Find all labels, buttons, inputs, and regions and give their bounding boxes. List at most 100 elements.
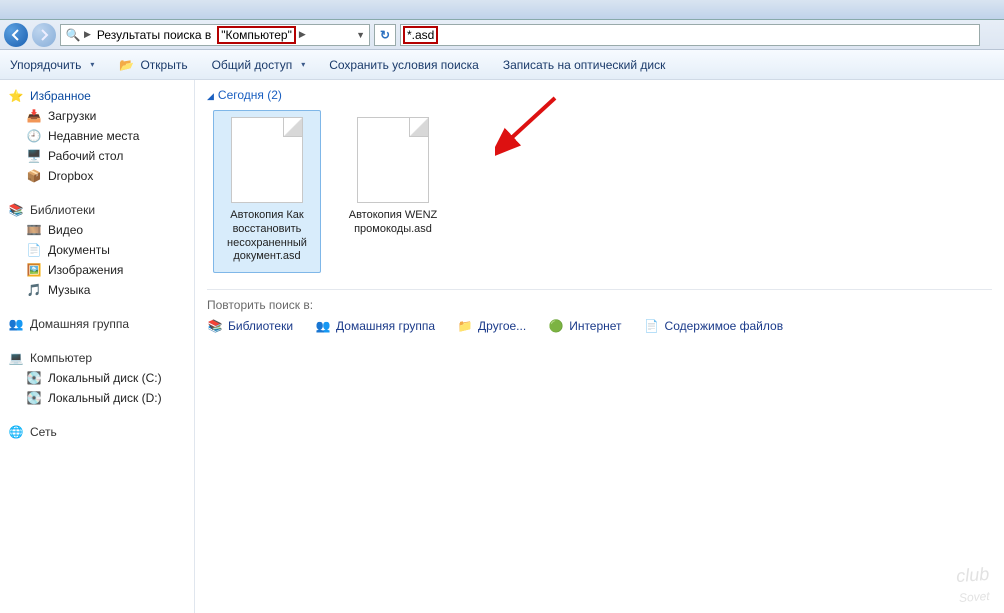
watermark: club Sovet xyxy=(956,567,992,606)
file-name: Автокопия WENZ промокоды.asd xyxy=(344,209,442,237)
save-search-button[interactable]: Сохранить условия поиска xyxy=(329,58,479,72)
homegroup-icon: 👥 xyxy=(315,318,331,334)
libraries-icon: 📚 xyxy=(8,202,24,218)
document-icon: 📄 xyxy=(26,242,42,258)
item-label: Видео xyxy=(48,223,83,237)
repeat-target-internet[interactable]: 🟢 Интернет xyxy=(548,318,621,334)
computer-label: Компьютер xyxy=(30,351,92,365)
folder-icon: 📥 xyxy=(26,108,42,124)
target-label: Библиотеки xyxy=(228,319,293,333)
divider xyxy=(207,289,992,290)
disk-icon: 💽 xyxy=(26,370,42,386)
item-label: Dropbox xyxy=(48,169,93,183)
search-input[interactable]: *.asd xyxy=(400,24,980,46)
content-pane: ◢ Сегодня (2) Автокопия Как восстановить … xyxy=(195,80,1004,613)
sidebar-item-pictures[interactable]: 🖼️ Изображения xyxy=(0,260,194,280)
repeat-search-label: Повторить поиск в: xyxy=(207,298,992,312)
sidebar-item-documents[interactable]: 📄 Документы xyxy=(0,240,194,260)
homegroup-label: Домашняя группа xyxy=(30,317,129,331)
libraries-icon: 📚 xyxy=(207,318,223,334)
folder-icon: 📁 xyxy=(457,318,473,334)
collapse-icon: ◢ xyxy=(207,91,214,101)
burn-button[interactable]: Записать на оптический диск xyxy=(503,58,666,72)
chevron-right-icon: ▶ xyxy=(84,29,91,40)
sidebar-item-downloads[interactable]: 📥 Загрузки xyxy=(0,106,194,126)
target-label: Другое... xyxy=(478,319,526,333)
search-icon: 🔍 xyxy=(65,27,81,43)
item-label: Загрузки xyxy=(48,109,96,123)
open-label: Открыть xyxy=(140,58,187,72)
libraries-label: Библиотеки xyxy=(30,203,95,217)
sidebar-network[interactable]: 🌐 Сеть xyxy=(0,422,194,442)
item-label: Недавние места xyxy=(48,129,139,143)
file-thumbnail-icon xyxy=(357,117,429,203)
group-header[interactable]: ◢ Сегодня (2) xyxy=(207,88,992,102)
file-thumbnail-icon xyxy=(231,117,303,203)
watermark-line2: Sovet xyxy=(958,590,990,606)
sidebar-item-music[interactable]: 🎵 Музыка xyxy=(0,280,194,300)
repeat-target-homegroup[interactable]: 👥 Домашняя группа xyxy=(315,318,435,334)
computer-icon: 💻 xyxy=(8,350,24,366)
breadcrumb-prefix: Результаты поиска в xyxy=(94,28,214,42)
dropbox-icon: 📦 xyxy=(26,168,42,184)
repeat-search-targets: 📚Библиотеки 👥Домашняя группа 📁Другое... … xyxy=(207,318,992,334)
sidebar-libraries[interactable]: 📚 Библиотеки xyxy=(0,200,194,220)
sidebar-item-disk-c[interactable]: 💽 Локальный диск (C:) xyxy=(0,368,194,388)
favorites-label: Избранное xyxy=(30,89,91,103)
address-bar: 🔍 ▶ Результаты поиска в "Компьютер" ▶ ▼ … xyxy=(0,20,1004,50)
network-label: Сеть xyxy=(30,425,57,439)
sidebar-computer[interactable]: 💻 Компьютер xyxy=(0,348,194,368)
repeat-target-other[interactable]: 📁 Другое... xyxy=(457,318,526,334)
window-titlebar xyxy=(0,0,1004,20)
organize-button[interactable]: Упорядочить xyxy=(10,58,94,72)
recent-icon: 🕘 xyxy=(26,128,42,144)
share-button[interactable]: Общий доступ xyxy=(212,58,306,72)
file-list: Автокопия Как восстановить несохраненный… xyxy=(207,110,992,273)
group-label: Сегодня (2) xyxy=(218,88,282,102)
video-icon: 🎞️ xyxy=(26,222,42,238)
file-content-icon: 📄 xyxy=(644,318,660,334)
nav-back-button[interactable] xyxy=(4,23,28,47)
item-label: Изображения xyxy=(48,263,123,277)
target-label: Интернет xyxy=(569,319,621,333)
search-query-text: *.asd xyxy=(403,26,438,44)
desktop-icon: 🖥️ xyxy=(26,148,42,164)
repeat-target-libraries[interactable]: 📚 Библиотеки xyxy=(207,318,293,334)
breadcrumb[interactable]: 🔍 ▶ Результаты поиска в "Компьютер" ▶ ▼ xyxy=(60,24,370,46)
item-label: Локальный диск (D:) xyxy=(48,391,162,405)
sidebar-item-disk-d[interactable]: 💽 Локальный диск (D:) xyxy=(0,388,194,408)
open-icon: 📂 xyxy=(118,57,134,73)
chevron-right-icon: ▶ xyxy=(299,29,306,40)
file-item[interactable]: Автокопия Как восстановить несохраненный… xyxy=(213,110,321,273)
chrome-icon: 🟢 xyxy=(548,318,564,334)
music-icon: 🎵 xyxy=(26,282,42,298)
navigation-pane: ⭐ Избранное 📥 Загрузки 🕘 Недавние места 🖥️ Р… xyxy=(0,80,195,613)
target-label: Содержимое файлов xyxy=(665,319,784,333)
open-button[interactable]: 📂 Открыть xyxy=(118,57,187,73)
sidebar-item-videos[interactable]: 🎞️ Видео xyxy=(0,220,194,240)
sidebar-item-desktop[interactable]: 🖥️ Рабочий стол xyxy=(0,146,194,166)
item-label: Локальный диск (C:) xyxy=(48,371,162,385)
sidebar-favorites[interactable]: ⭐ Избранное xyxy=(0,86,194,106)
item-label: Документы xyxy=(48,243,110,257)
item-label: Рабочий стол xyxy=(48,149,123,163)
network-icon: 🌐 xyxy=(8,424,24,440)
star-icon: ⭐ xyxy=(8,88,24,104)
dropdown-icon[interactable]: ▼ xyxy=(356,30,365,40)
refresh-button[interactable]: ↻ xyxy=(374,24,396,46)
picture-icon: 🖼️ xyxy=(26,262,42,278)
file-name: Автокопия Как восстановить несохраненный… xyxy=(218,209,316,264)
breadcrumb-location: "Компьютер" xyxy=(217,26,296,44)
file-item[interactable]: Автокопия WENZ промокоды.asd xyxy=(339,110,447,273)
sidebar-homegroup[interactable]: 👥 Домашняя группа xyxy=(0,314,194,334)
target-label: Домашняя группа xyxy=(336,319,435,333)
command-bar: Упорядочить 📂 Открыть Общий доступ Сохра… xyxy=(0,50,1004,80)
disk-icon: 💽 xyxy=(26,390,42,406)
sidebar-item-dropbox[interactable]: 📦 Dropbox xyxy=(0,166,194,186)
watermark-line1: club xyxy=(956,567,990,584)
homegroup-icon: 👥 xyxy=(8,316,24,332)
repeat-target-content[interactable]: 📄 Содержимое файлов xyxy=(644,318,784,334)
item-label: Музыка xyxy=(48,283,90,297)
sidebar-item-recent[interactable]: 🕘 Недавние места xyxy=(0,126,194,146)
nav-forward-button[interactable] xyxy=(32,23,56,47)
